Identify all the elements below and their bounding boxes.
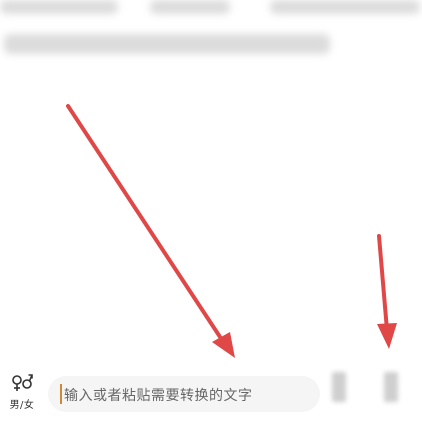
input-bar: 男/女 输入或者粘贴需要转换的文字 [0,364,422,422]
text-caret [60,384,62,404]
gender-label: 男/女 [9,400,35,411]
arrow-to-input [66,104,235,358]
blurred-action-button[interactable] [332,372,346,402]
blurred-text-line [150,0,230,14]
blurred-text-line [4,34,330,54]
input-placeholder: 输入或者粘贴需要转换的文字 [64,388,253,404]
text-input[interactable]: 输入或者粘贴需要转换的文字 [48,376,320,412]
gender-icon [12,374,33,391]
blurred-text-line [0,0,118,14]
blurred-content [0,0,422,70]
blurred-send-button[interactable] [384,372,398,402]
gender-toggle[interactable]: 男/女 [4,372,40,416]
arrow-to-button [377,234,397,349]
blurred-text-line [270,0,420,14]
